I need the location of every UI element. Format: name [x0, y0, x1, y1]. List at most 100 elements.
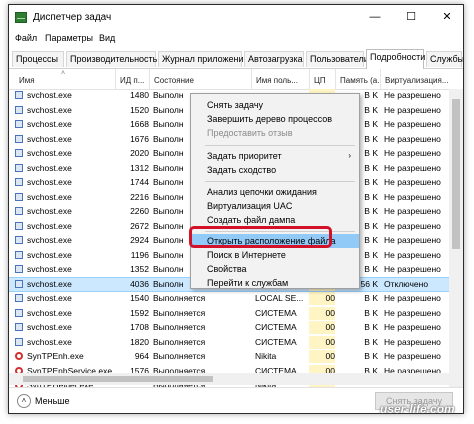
service-process-icon [15, 192, 23, 201]
cell-name: svchost.exe [27, 206, 72, 216]
less-details-link[interactable]: Меньше [35, 396, 70, 406]
task-manager-icon [15, 12, 27, 23]
vertical-scroll-thumb[interactable] [452, 99, 460, 249]
cell-pid: 1676 [130, 133, 149, 144]
ctx-go-to-services[interactable]: Перейти к службам [191, 276, 359, 290]
ctx-end-process-tree[interactable]: Завершить дерево процессов [191, 112, 359, 126]
cell-pid: 2020 [130, 148, 149, 158]
cell-status: Выполняется [153, 307, 206, 318]
cell-memory: B K [364, 322, 378, 332]
cell-virtualization: Не разрешено [384, 249, 441, 260]
maximize-button[interactable]: ☐ [393, 5, 429, 31]
ctx-end-task[interactable]: Снять задачу [191, 98, 359, 112]
cell-status: Выполняется [153, 293, 206, 303]
cell-pid: 1592 [130, 307, 149, 318]
cell-name: svchost.exe [27, 220, 72, 231]
col-status[interactable]: Состояние [149, 69, 251, 89]
cell-name: svchost.exe [27, 278, 72, 289]
vertical-scrollbar[interactable] [449, 89, 463, 387]
cell-name: SynTPEnh.exe [27, 351, 84, 361]
ctx-set-affinity[interactable]: Задать сходство [191, 163, 359, 177]
highlight-callout [189, 226, 332, 248]
menu-bar: Файл Параметры Вид [9, 31, 463, 48]
cell-name: svchost.exe [27, 104, 72, 115]
tab-performance[interactable]: Производительность [66, 51, 157, 67]
cell-user: СИСТЕМА [255, 307, 297, 318]
cell-virtualization: Не разрешено [384, 351, 441, 361]
tab-app-history[interactable]: Журнал приложений [158, 51, 249, 67]
cell-memory: B K [364, 293, 378, 303]
service-process-icon [15, 120, 23, 128]
cell-name: svchost.exe [27, 336, 72, 347]
service-process-icon [15, 178, 23, 186]
cell-virtualization: Не разрешено [384, 104, 441, 115]
cell-cpu: 00 [309, 335, 335, 349]
minimize-button[interactable]: — [357, 5, 393, 31]
cell-name: svchost.exe [27, 133, 72, 144]
service-process-icon [15, 323, 23, 331]
table-row[interactable]: svchost.exe 1540 Выполняется LOCAL SE... 00 B… [9, 292, 463, 305]
cell-virtualization: Не разрешено [384, 206, 441, 216]
service-process-icon [15, 279, 23, 288]
tab-services[interactable]: Службы [426, 51, 463, 67]
service-process-icon [15, 221, 23, 230]
col-pid[interactable]: ИД п... [115, 69, 149, 89]
ctx-set-priority[interactable]: Задать приоритет › [191, 149, 359, 163]
tab-details[interactable]: Подробности [366, 49, 425, 69]
ctx-set-priority-label: Задать приоритет [207, 151, 282, 161]
cell-memory: B K [364, 307, 378, 318]
cell-cpu: 00 [309, 321, 335, 334]
context-menu: Снять задачу Завершить дерево процессов … [190, 93, 360, 289]
close-button[interactable]: ✕ [429, 5, 463, 31]
collapse-icon[interactable]: ˄ [17, 394, 31, 408]
col-virtualization[interactable]: Виртуализация... [380, 69, 450, 89]
cell-name: svchost.exe [27, 293, 72, 303]
cell-virtualization: Не разрешено [384, 148, 441, 158]
menu-options[interactable]: Параметры [45, 33, 93, 43]
watermark: user-life.com [380, 402, 455, 416]
service-process-icon [15, 163, 23, 172]
table-row[interactable]: svchost.exe 1820 Выполняется СИСТЕМА 00 B K Не… [9, 335, 463, 349]
col-user[interactable]: Имя поль... [251, 69, 309, 89]
cell-name: svchost.exe [27, 177, 72, 187]
service-process-icon [15, 236, 23, 244]
ctx-uac-virtualization[interactable]: Виртуализация UAC [191, 199, 359, 213]
col-name[interactable]: Имя [15, 69, 115, 89]
table-row[interactable]: svchost.exe 1708 Выполняется СИСТЕМА 00 B K Не… [9, 321, 463, 334]
cell-virtualization: Отключено [384, 278, 429, 289]
ctx-analyze-wait-chain[interactable]: Анализ цепочки ожидания [191, 185, 359, 199]
col-memory[interactable]: Память (а... [335, 69, 380, 89]
cell-pid: 2672 [130, 220, 149, 231]
cell-pid: 1520 [130, 104, 149, 115]
table-row[interactable]: SynTPEnh.exe 964 Выполняется Nikita 00 B K Не … [9, 350, 463, 363]
tab-processes[interactable]: Процессы [12, 51, 64, 67]
cell-virtualization: Не разрешено [384, 133, 441, 144]
cell-virtualization: Не разрешено [384, 235, 441, 245]
tab-users[interactable]: Пользователи [306, 51, 369, 67]
ctx-properties[interactable]: Свойства [191, 262, 359, 276]
service-process-icon [15, 134, 23, 143]
ctx-search-online[interactable]: Поиск в Интернете [191, 248, 359, 262]
cell-user: LOCAL SE... [255, 293, 304, 303]
cell-name: svchost.exe [27, 235, 72, 245]
cell-virtualization: Не разрешено [384, 322, 441, 332]
ctx-create-dump-file[interactable]: Создать файл дампа [191, 213, 359, 227]
cell-virtualization: Не разрешено [384, 336, 441, 347]
service-process-icon [15, 337, 23, 346]
menu-view[interactable]: Вид [99, 33, 115, 43]
tab-startup[interactable]: Автозагрузка [244, 51, 304, 67]
service-process-icon [15, 265, 23, 273]
cell-user: СИСТЕМА [255, 336, 297, 347]
cell-pid: 4036 [130, 278, 149, 289]
cell-virtualization: Не разрешено [384, 307, 441, 318]
horizontal-scrollbar[interactable] [9, 373, 451, 385]
menu-file[interactable]: Файл [15, 33, 37, 43]
window-title: Диспетчер задач [33, 12, 112, 23]
cell-memory: B K [364, 336, 378, 347]
cell-virtualization: Не разрешено [384, 162, 441, 173]
table-row[interactable]: svchost.exe 1592 Выполняется СИСТЕМА 00 B K Не… [9, 306, 463, 320]
cell-name: svchost.exe [27, 322, 72, 332]
col-cpu[interactable]: ЦП [309, 69, 335, 89]
horizontal-scroll-thumb[interactable] [23, 376, 213, 382]
service-process-icon [15, 207, 23, 215]
